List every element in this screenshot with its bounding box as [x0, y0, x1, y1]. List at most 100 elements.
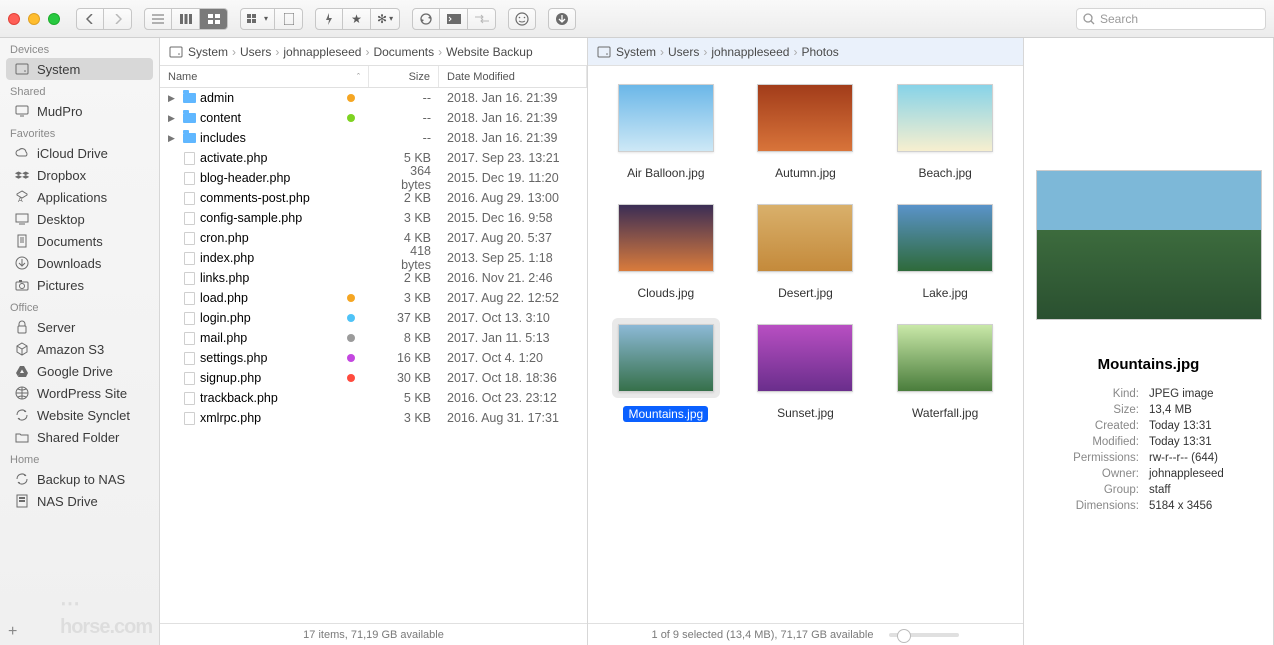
- color-tag: [347, 114, 355, 122]
- disclosure-icon[interactable]: ▶: [168, 93, 178, 104]
- add-location-button[interactable]: +: [8, 623, 17, 641]
- sidebar-item[interactable]: Google Drive: [0, 360, 159, 382]
- file-size: 30 KB: [369, 371, 439, 385]
- thumbnail[interactable]: Lake.jpg: [881, 198, 1009, 300]
- col-date[interactable]: Date Modified: [439, 66, 587, 87]
- thumbnail[interactable]: Clouds.jpg: [602, 198, 730, 300]
- path-segment[interactable]: Documents: [373, 45, 434, 59]
- mid-path-bar[interactable]: System › Users › johnappleseed › Photos: [588, 38, 1023, 66]
- meta-value: 13,4 MB: [1145, 403, 1228, 417]
- path-segment[interactable]: johnappleseed: [711, 45, 789, 59]
- meta-value: johnappleseed: [1145, 467, 1228, 481]
- file-name: xmlrpc.php: [200, 411, 261, 425]
- file-row[interactable]: comments-post.php2 KB2016. Aug 29. 13:00: [160, 188, 587, 208]
- sidebar-item[interactable]: Dropbox: [0, 164, 159, 186]
- thumbnail[interactable]: Waterfall.jpg: [881, 318, 1009, 422]
- icon-size-slider[interactable]: [889, 633, 959, 637]
- disclosure-icon[interactable]: ▶: [168, 133, 178, 144]
- file-row[interactable]: login.php37 KB2017. Oct 13. 3:10: [160, 308, 587, 328]
- sidebar-item[interactable]: MudPro: [0, 100, 159, 122]
- file-row[interactable]: mail.php8 KB2017. Jan 11. 5:13: [160, 328, 587, 348]
- file-list: ▶admin--2018. Jan 16. 21:39▶content--201…: [160, 88, 587, 623]
- thumbnail-image: [897, 84, 993, 152]
- path-segment[interactable]: System: [188, 45, 228, 59]
- file-row[interactable]: config-sample.php3 KB2015. Dec 16. 9:58: [160, 208, 587, 228]
- thumbnail[interactable]: Desert.jpg: [741, 198, 869, 300]
- meta-key: Permissions:: [1069, 451, 1143, 465]
- transfer-button[interactable]: [468, 8, 496, 30]
- minimize-window-button[interactable]: [28, 13, 40, 25]
- emoji-button[interactable]: [508, 8, 536, 30]
- file-row[interactable]: load.php3 KB2017. Aug 22. 12:52: [160, 288, 587, 308]
- file-date: 2016. Aug 31. 17:31: [439, 411, 587, 425]
- file-row[interactable]: trackback.php5 KB2016. Oct 23. 23:12: [160, 388, 587, 408]
- sidebar-item[interactable]: System: [6, 58, 153, 80]
- path-segment[interactable]: Website Backup: [446, 45, 533, 59]
- terminal-button[interactable]: [440, 8, 468, 30]
- thumbnail[interactable]: Sunset.jpg: [741, 318, 869, 422]
- file-row[interactable]: signup.php30 KB2017. Oct 18. 18:36: [160, 368, 587, 388]
- file-name: includes: [200, 131, 246, 145]
- path-segment[interactable]: System: [616, 45, 656, 59]
- sidebar-item[interactable]: Backup to NAS: [0, 468, 159, 490]
- view-columns-button[interactable]: [172, 8, 200, 30]
- sidebar-item[interactable]: iCloud Drive: [0, 142, 159, 164]
- file-row[interactable]: ▶content--2018. Jan 16. 21:39: [160, 108, 587, 128]
- thumbnail[interactable]: Autumn.jpg: [741, 78, 869, 180]
- file-icon: [182, 311, 196, 325]
- file-row[interactable]: links.php2 KB2016. Nov 21. 2:46: [160, 268, 587, 288]
- path-segment[interactable]: johnappleseed: [283, 45, 361, 59]
- thumbnail[interactable]: Air Balloon.jpg: [602, 78, 730, 180]
- left-path-bar[interactable]: System › Users › johnappleseed › Documen…: [160, 38, 587, 66]
- view-icons-button[interactable]: [200, 8, 228, 30]
- sync-button[interactable]: [412, 8, 440, 30]
- thumbnail-label: Autumn.jpg: [775, 166, 836, 180]
- file-date: 2016. Nov 21. 2:46: [439, 271, 587, 285]
- sidebar-item[interactable]: Downloads: [0, 252, 159, 274]
- sidebar-item[interactable]: NAS Drive: [0, 490, 159, 512]
- sidebar-item[interactable]: Website Synclet: [0, 404, 159, 426]
- file-row[interactable]: ▶admin--2018. Jan 16. 21:39: [160, 88, 587, 108]
- sidebar-item[interactable]: Shared Folder: [0, 426, 159, 448]
- download-icon: [14, 255, 30, 271]
- new-document-button[interactable]: [275, 8, 303, 30]
- hdd-icon: [596, 44, 612, 60]
- sidebar-item[interactable]: Pictures: [0, 274, 159, 296]
- meta-key: Size:: [1069, 403, 1143, 417]
- search-input[interactable]: Search: [1076, 8, 1266, 30]
- sidebar-item[interactable]: Documents: [0, 230, 159, 252]
- sidebar-item[interactable]: Desktop: [0, 208, 159, 230]
- thumbnail[interactable]: Beach.jpg: [881, 78, 1009, 180]
- toolbar: ▾ ★ ✻▾ Search: [0, 0, 1274, 38]
- sidebar-item[interactable]: AApplications: [0, 186, 159, 208]
- action-menu-button[interactable]: ✻▾: [371, 8, 400, 30]
- thumbnail[interactable]: Mountains.jpg: [602, 318, 730, 422]
- file-row[interactable]: settings.php16 KB2017. Oct 4. 1:20: [160, 348, 587, 368]
- nav-forward-button[interactable]: [104, 8, 132, 30]
- quick-action-button[interactable]: [315, 8, 343, 30]
- disclosure-icon[interactable]: ▶: [168, 113, 178, 124]
- sidebar-item[interactable]: Server: [0, 316, 159, 338]
- file-row[interactable]: ▶includes--2018. Jan 16. 21:39: [160, 128, 587, 148]
- sidebar-item[interactable]: Amazon S3: [0, 338, 159, 360]
- file-row[interactable]: xmlrpc.php3 KB2016. Aug 31. 17:31: [160, 408, 587, 428]
- view-list-button[interactable]: [144, 8, 172, 30]
- col-size[interactable]: Size: [369, 66, 439, 87]
- zoom-window-button[interactable]: [48, 13, 60, 25]
- path-segment[interactable]: Photos: [801, 45, 838, 59]
- sidebar-item[interactable]: WordPress Site: [0, 382, 159, 404]
- file-name: mail.php: [200, 331, 247, 345]
- file-row[interactable]: blog-header.php364 bytes2015. Dec 19. 11…: [160, 168, 587, 188]
- sidebar-item-label: Google Drive: [37, 364, 113, 379]
- download-button[interactable]: [548, 8, 576, 30]
- col-name[interactable]: Nameˆ: [160, 66, 369, 87]
- nav-back-button[interactable]: [76, 8, 104, 30]
- close-window-button[interactable]: [8, 13, 20, 25]
- path-segment[interactable]: Users: [240, 45, 271, 59]
- file-date: 2013. Sep 25. 1:18: [439, 251, 587, 265]
- favorite-button[interactable]: ★: [343, 8, 371, 30]
- file-name: load.php: [200, 291, 248, 305]
- file-row[interactable]: index.php418 bytes2013. Sep 25. 1:18: [160, 248, 587, 268]
- arrange-button[interactable]: ▾: [240, 8, 275, 30]
- path-segment[interactable]: Users: [668, 45, 699, 59]
